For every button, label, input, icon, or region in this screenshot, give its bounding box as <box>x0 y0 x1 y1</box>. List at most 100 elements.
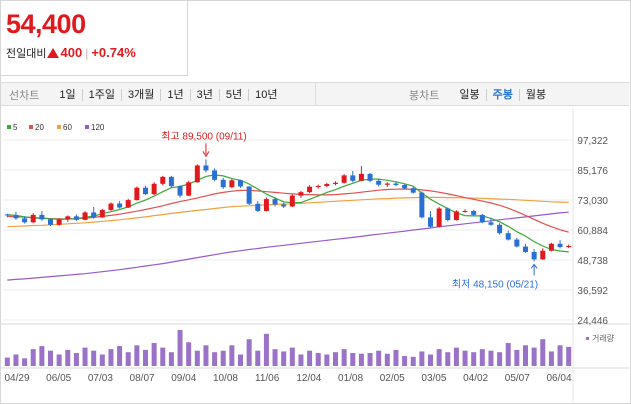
volume-bar <box>341 349 347 366</box>
candle-down <box>479 214 485 223</box>
tab-line-6[interactable]: 10년 <box>248 89 283 101</box>
tab-line-2[interactable]: 3개월 <box>120 89 160 101</box>
candle-up <box>315 185 321 187</box>
volume-bar <box>350 352 356 366</box>
candle-up <box>540 250 546 260</box>
candle-down <box>220 179 226 188</box>
high-annotation: 최고 89,500 (09/11) <box>161 130 247 142</box>
candle-down <box>143 187 148 195</box>
candle-down <box>488 222 494 225</box>
candle-down <box>13 215 19 219</box>
volume-legend-icon <box>586 337 589 340</box>
line-chart-tabs: 선차트 1일 1주일 3개월 1년 3년 5년 10년 <box>9 87 283 103</box>
change-amount: 400 <box>60 45 83 60</box>
candle-up <box>263 199 269 211</box>
y-tick-label: 60,884 <box>577 226 608 237</box>
change-row: 전일대비 400 | +0.74% <box>6 45 136 61</box>
volume-bar <box>315 352 321 366</box>
tab-line-4[interactable]: 3년 <box>189 89 219 101</box>
price-chart[interactable]: 97,322 85,176 73,030 60,884 48,738 36,592 24,4… <box>1 108 629 402</box>
volume-bar <box>65 349 71 366</box>
candle-up <box>462 210 468 212</box>
volume-bar <box>540 339 546 366</box>
volume-bar <box>376 350 382 366</box>
x-tick-label: 07/03 <box>88 373 113 384</box>
x-tick-label: 03/05 <box>421 373 446 384</box>
tab-candle-2[interactable]: 월봉 <box>518 89 552 101</box>
tab-line-3[interactable]: 1년 <box>160 89 189 101</box>
x-tick-label: 09/04 <box>171 373 196 384</box>
tab-candle-0[interactable]: 일봉 <box>453 89 485 101</box>
volume-bar <box>82 347 88 366</box>
candle-down <box>4 214 10 216</box>
candle-down <box>445 208 451 221</box>
candle-down <box>410 188 416 193</box>
volume-bar <box>272 349 278 366</box>
candle-chart-tabs: 봉차트 일봉 주봉 월봉 <box>409 87 552 103</box>
volume-bar <box>108 349 114 366</box>
candle-down <box>255 203 261 211</box>
volume-bar <box>143 349 148 366</box>
volume-bar <box>186 342 192 366</box>
volume-bar <box>479 349 485 366</box>
volume-bar <box>22 358 28 366</box>
legend-label: 120 <box>91 123 105 132</box>
volume-bar <box>203 345 209 366</box>
candle-up <box>289 195 295 207</box>
candle-down <box>376 180 382 185</box>
candle-down <box>168 176 174 187</box>
candle-up <box>82 212 88 220</box>
candle-up <box>125 200 131 208</box>
volume-bar <box>497 352 503 366</box>
y-tick-label: 36,592 <box>577 286 608 297</box>
tab-line-0[interactable]: 1일 <box>53 89 81 101</box>
volume-bar <box>505 343 511 366</box>
volume-bar <box>73 352 79 366</box>
legend-label: 5 <box>13 123 18 132</box>
tab-line-5[interactable]: 5년 <box>218 89 248 101</box>
legend-label: 60 <box>63 123 72 132</box>
period-tabs: 선차트 1일 1주일 3개월 1년 3년 5년 10년 봉차트 일봉 주봉 월봉 <box>1 82 629 106</box>
candle-chart-title: 봉차트 <box>409 90 440 102</box>
candle-up <box>566 246 572 248</box>
volume-bar <box>289 347 295 366</box>
volume-bar <box>194 350 200 366</box>
volume-bar <box>298 354 304 366</box>
candle-down <box>48 219 53 225</box>
volume-legend-label: 거래량 <box>592 333 615 343</box>
volume-bar <box>523 345 528 366</box>
candle-down <box>402 185 408 189</box>
candle-up <box>108 203 114 210</box>
candle-up <box>151 183 157 195</box>
tab-line-1[interactable]: 1주일 <box>81 89 121 101</box>
x-tick-label: 08/07 <box>130 373 155 384</box>
volume-bar <box>238 354 243 366</box>
y-tick-label: 85,176 <box>577 166 608 177</box>
candle-down <box>367 173 373 181</box>
up-triangle-icon <box>47 48 60 58</box>
candle-up <box>307 186 313 193</box>
volume-bar <box>4 357 10 366</box>
volume-bar <box>453 347 459 366</box>
legend-swatch <box>29 125 33 129</box>
volume-bar <box>488 350 494 366</box>
volume-bar <box>445 352 451 366</box>
candle-up <box>324 184 330 186</box>
legend-swatch <box>7 125 11 129</box>
y-tick-label: 73,030 <box>577 196 608 207</box>
x-tick-label: 04/29 <box>4 373 29 384</box>
volume-bar <box>160 347 166 366</box>
volume-bar <box>410 356 416 366</box>
volume-bar <box>358 353 364 366</box>
candle-down <box>238 180 243 187</box>
candle-up <box>341 175 347 183</box>
x-tick-label: 01/08 <box>338 373 363 384</box>
x-tick-label: 06/04 <box>546 373 571 384</box>
candle-up <box>384 183 390 185</box>
ma20-line <box>7 188 569 233</box>
y-tick-label: 24,446 <box>577 316 608 327</box>
tab-candle-1[interactable]: 주봉 <box>485 89 519 101</box>
low-annotation: 최저 48,150 (05/21) <box>452 278 538 290</box>
candle-down <box>557 243 563 248</box>
y-tick-label: 48,738 <box>577 256 608 267</box>
